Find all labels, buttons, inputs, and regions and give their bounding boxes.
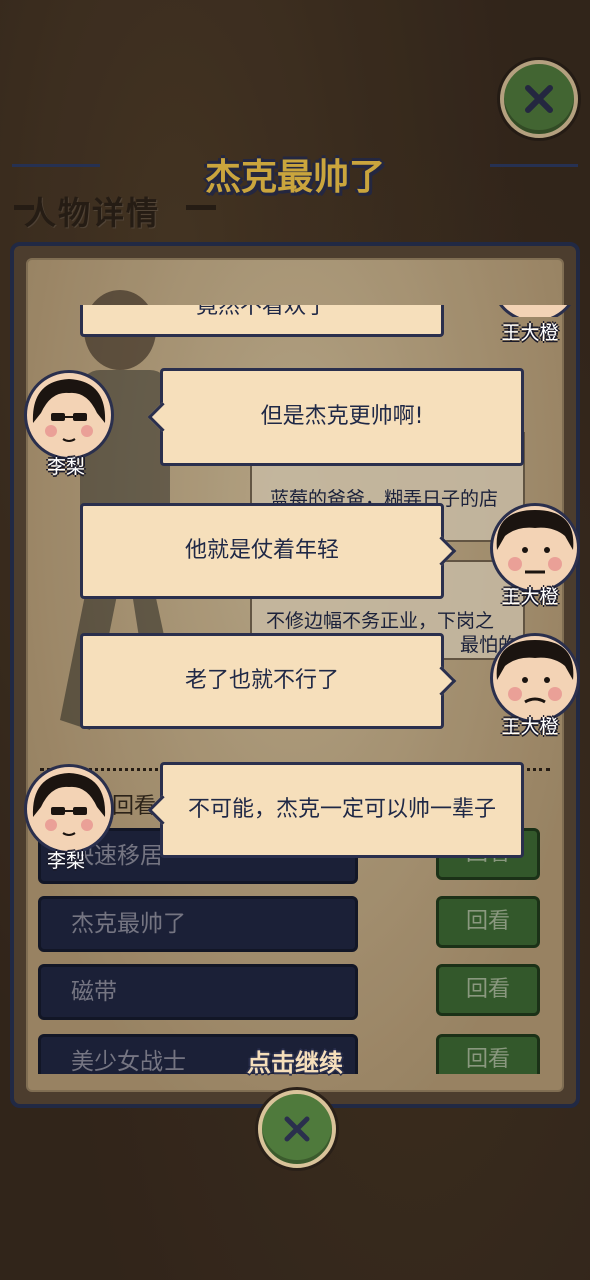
dialogue-bubble: 不可能，杰克一定可以帅一辈子 [147, 762, 524, 858]
list-header-partial: 回看 [112, 794, 157, 819]
speaker-name: 李梨 [46, 850, 85, 872]
speaker-name: 李梨 [46, 456, 85, 478]
speaker-name: 王大橙 [501, 322, 559, 344]
dialogue-bubble: 竟然不看欢了 [80, 305, 444, 337]
avatar-li-li [24, 370, 114, 460]
dialogue-text: 竟然不看欢了 [195, 305, 328, 319]
dialogue-bubble-clip: 竟然不看欢了 [80, 305, 444, 337]
tap-to-continue[interactable]: 点击继续 [0, 1043, 590, 1078]
dialogue-text: 不可能，杰克一定可以帅一辈子 [187, 797, 496, 822]
avatar-wang-dacheng [490, 503, 580, 593]
avatar-clip [490, 305, 574, 317]
dialogue-text: 他就是仗着年轻 [184, 538, 339, 563]
dialogue-text: 但是杰克更帅啊! [260, 404, 424, 429]
dialogue-bubble: 他就是仗着年轻 [80, 503, 457, 599]
close-x-icon [284, 1116, 310, 1142]
avatar-wang-dacheng [490, 633, 580, 723]
speaker-name: 王大橙 [501, 586, 559, 608]
close-button-bottom[interactable] [258, 1090, 336, 1168]
dialogue-bubble: 老了也就不行了 [80, 633, 457, 729]
avatar-wang-dacheng [490, 305, 574, 317]
speaker-name: 王大橙 [501, 716, 559, 738]
avatar-li-li [24, 764, 114, 854]
dialogue-text: 老了也就不行了 [184, 668, 339, 693]
dialogue-bubble: 但是杰克更帅啊! [147, 368, 524, 466]
